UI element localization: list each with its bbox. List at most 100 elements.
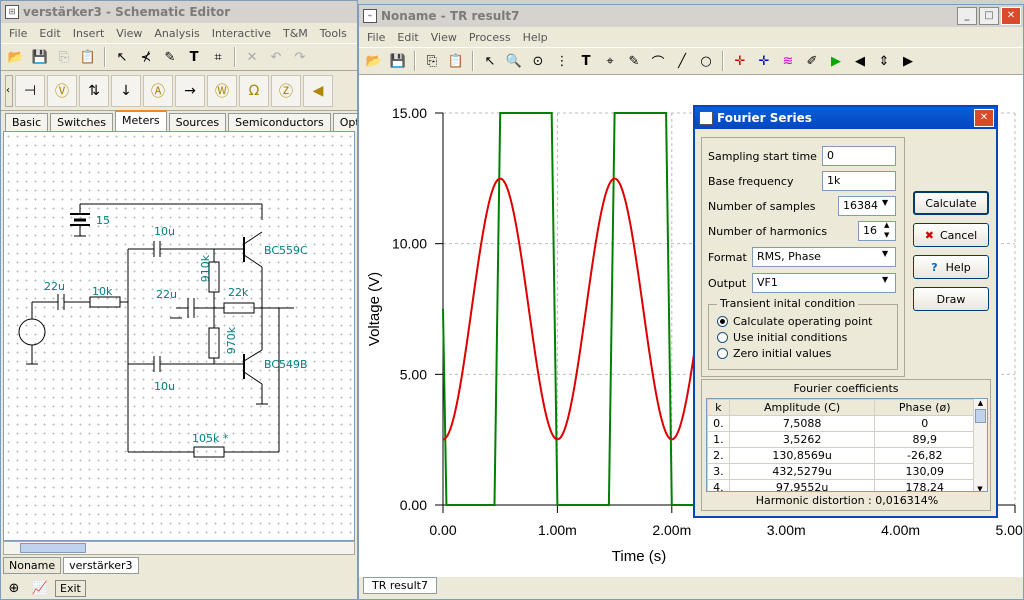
- draw-button[interactable]: Draw: [913, 287, 989, 311]
- ammeter-component-icon[interactable]: Ⓐ: [143, 74, 173, 107]
- impedance-meter-icon[interactable]: Ⓩ: [271, 74, 301, 107]
- grid-icon[interactable]: ⋮: [551, 50, 573, 72]
- open-icon[interactable]: 📂: [363, 50, 385, 72]
- text-tool-icon[interactable]: T: [575, 50, 597, 72]
- stepper-arrows-icon[interactable]: ▲ ▼: [884, 220, 889, 240]
- menu-item-insert[interactable]: Insert: [67, 27, 111, 40]
- paste-icon[interactable]: 📋: [77, 46, 99, 68]
- menu-item-view[interactable]: View: [425, 31, 463, 44]
- tab-basic[interactable]: Basic: [5, 113, 49, 131]
- radio-option[interactable]: Calculate operating point: [717, 313, 873, 329]
- menu-item-edit[interactable]: Edit: [33, 27, 66, 40]
- dialog-close-icon[interactable]: ✕: [974, 109, 994, 127]
- help-button[interactable]: ? Help: [913, 255, 989, 279]
- arrow-left-icon[interactable]: ◀: [849, 50, 871, 72]
- radio-button[interactable]: [717, 347, 728, 359]
- dialog-titlebar[interactable]: ∿ Fourier Series ✕: [695, 107, 996, 129]
- pointer-icon[interactable]: ↖: [111, 46, 133, 68]
- run-icon[interactable]: ▶: [825, 50, 847, 72]
- text-tool-icon[interactable]: T: [183, 46, 205, 68]
- chart-icon[interactable]: 📈: [29, 577, 51, 599]
- tab-semiconductors[interactable]: Semiconductors: [228, 113, 331, 131]
- chevron-down-icon[interactable]: ▼: [882, 275, 888, 284]
- undo-icon[interactable]: ↶: [265, 46, 287, 68]
- marker-icon[interactable]: ✎: [623, 50, 645, 72]
- pointer-icon[interactable]: ↖: [479, 50, 501, 72]
- scroll-thumb[interactable]: [975, 409, 986, 423]
- schematic-titlebar[interactable]: ⊞ verstärker3 - Schematic Editor: [1, 1, 357, 23]
- exit-button[interactable]: Exit: [55, 579, 86, 597]
- radio-button[interactable]: [717, 315, 728, 327]
- curves-icon[interactable]: ≋: [777, 50, 799, 72]
- table-row[interactable]: 4. 97,9552u 178,24: [707, 479, 975, 491]
- open-icon[interactable]: 📂: [5, 46, 27, 68]
- menu-item-view[interactable]: View: [110, 27, 148, 40]
- menu-item-help[interactable]: Help: [517, 31, 554, 44]
- arrow-right-icon[interactable]: ▶: [897, 50, 919, 72]
- speaker-component-icon[interactable]: ◀: [303, 74, 333, 107]
- radio-option[interactable]: Use initial conditions: [717, 329, 873, 345]
- menu-item-tools[interactable]: Tools: [314, 27, 353, 40]
- calculate-button[interactable]: Calculate: [913, 191, 989, 215]
- arrow-updown-icon[interactable]: ⇕: [873, 50, 895, 72]
- tab-switches[interactable]: Switches: [50, 113, 113, 131]
- menu-item-process[interactable]: Process: [463, 31, 517, 44]
- output-select[interactable]: VF1: [752, 273, 896, 293]
- table-row[interactable]: 1. 3,5262 89,9: [707, 431, 975, 448]
- copy-icon[interactable]: ⎘: [53, 46, 75, 68]
- menu-item-tm[interactable]: T&M: [277, 27, 314, 40]
- schematic-canvas[interactable]: 15 10u 10u 22u 22u 10k 910k 22k 970k 105…: [3, 131, 355, 541]
- pin-component-icon[interactable]: →: [175, 74, 205, 107]
- tab-meters[interactable]: Meters: [115, 110, 167, 131]
- save-icon[interactable]: 💾: [387, 50, 409, 72]
- switch-component-icon[interactable]: ⇅: [79, 74, 109, 107]
- zoom-100-icon[interactable]: ⊙: [527, 50, 549, 72]
- tab-sources[interactable]: Sources: [168, 113, 227, 131]
- menu-item-edit[interactable]: Edit: [391, 31, 424, 44]
- base-freq-input[interactable]: 1k: [822, 171, 896, 191]
- scroll-up-icon[interactable]: ▲: [974, 399, 987, 407]
- horizontal-scrollbar[interactable]: [3, 541, 355, 555]
- table-row[interactable]: 0. 7,5088 0: [707, 415, 975, 432]
- wire-select-icon[interactable]: ⊀: [135, 46, 157, 68]
- document-tab[interactable]: Noname: [3, 557, 62, 574]
- line-tool-icon[interactable]: ╱: [671, 50, 693, 72]
- tab-optoelectronic[interactable]: Optoelectronic: [332, 113, 357, 131]
- voltmeter-component-icon[interactable]: Ⓥ: [47, 74, 77, 107]
- table-row[interactable]: 3. 432,5279u 130,09: [707, 463, 975, 480]
- menu-item-file[interactable]: File: [3, 27, 33, 40]
- ground-component-icon[interactable]: ⊣: [15, 74, 45, 107]
- maximize-icon[interactable]: □: [979, 7, 999, 25]
- copy-icon[interactable]: ⎘: [421, 50, 443, 72]
- menu-item-analysis[interactable]: Analysis: [148, 27, 205, 40]
- chevron-down-icon[interactable]: ▼: [882, 198, 888, 207]
- chevron-down-icon[interactable]: ▼: [882, 249, 888, 258]
- minimize-icon[interactable]: _: [957, 7, 977, 25]
- sampling-start-input[interactable]: 0: [822, 146, 896, 166]
- line-tool-icon[interactable]: ⌗: [207, 46, 229, 68]
- table-row[interactable]: 2. 130,8569u -26,82: [707, 447, 975, 464]
- cancel-button[interactable]: ✖ Cancel: [913, 223, 989, 247]
- cursor-tool-icon[interactable]: ⌖: [599, 50, 621, 72]
- probe-icon[interactable]: ✐: [801, 50, 823, 72]
- menu-item-interactive[interactable]: Interactive: [206, 27, 277, 40]
- num-harmonics-stepper[interactable]: 16: [858, 221, 896, 241]
- palette-scroll-left-icon[interactable]: ‹: [5, 74, 13, 107]
- radio-option[interactable]: Zero initial values: [717, 345, 873, 361]
- target-icon[interactable]: ⊕: [3, 577, 25, 599]
- wattmeter-component-icon[interactable]: Ⓦ: [207, 74, 237, 107]
- paste-icon[interactable]: 📋: [445, 50, 467, 72]
- save-icon[interactable]: 💾: [29, 46, 51, 68]
- scroll-down-icon[interactable]: ▼: [974, 485, 986, 491]
- cursor-b-icon[interactable]: ✛: [753, 50, 775, 72]
- result-tab[interactable]: TR result7: [363, 577, 437, 594]
- format-select[interactable]: RMS, Phase: [752, 247, 896, 267]
- cursor-a-icon[interactable]: ✛: [729, 50, 751, 72]
- pencil-icon[interactable]: ✎: [159, 46, 181, 68]
- document-tab[interactable]: verstärker3: [63, 557, 139, 574]
- delete-icon[interactable]: ✕: [241, 46, 263, 68]
- result-titlebar[interactable]: ⌁ Noname - TR result7 _ □ ✕: [359, 5, 1023, 27]
- table-scrollbar[interactable]: ▲ ▼: [973, 399, 987, 491]
- close-icon[interactable]: ✕: [1001, 7, 1021, 25]
- zoom-in-icon[interactable]: 🔍: [503, 50, 525, 72]
